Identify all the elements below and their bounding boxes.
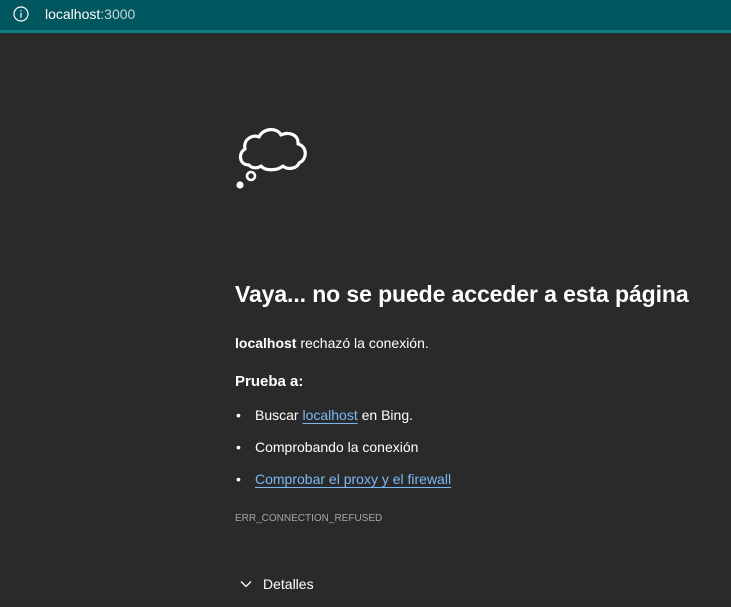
bullet: • [236, 407, 241, 423]
error-headline: Vaya... no se puede acceder a esta págin… [235, 281, 689, 307]
connection-refused-message: localhost rechazó la conexión. [235, 334, 429, 352]
search-prefix: Buscar [255, 407, 303, 423]
refused-text: rechazó la conexión. [296, 335, 429, 351]
refused-host: localhost [235, 335, 297, 351]
bullet: • [236, 439, 241, 455]
search-localhost-link[interactable]: localhost [302, 407, 357, 423]
check-connection-text: Comprobando la conexión [255, 439, 419, 455]
suggestion-check-proxy: • Comprobar el proxy y el firewall [235, 469, 451, 501]
error-code: ERR_CONNECTION_REFUSED [235, 513, 383, 524]
bullet: • [236, 471, 241, 487]
suggestion-check-connection: • Comprobando la conexión [235, 437, 451, 469]
try-label: Prueba a: [235, 373, 304, 390]
thought-cloud-icon [236, 128, 307, 189]
details-label: Detalles [263, 576, 314, 592]
suggestion-search: • Buscar localhost en Bing. [235, 405, 451, 437]
suggestions-list: • Buscar localhost en Bing. • Comproband… [235, 405, 451, 501]
details-toggle[interactable]: Detalles [239, 574, 314, 594]
address-bar[interactable]: localhost:3000 [0, 0, 731, 33]
url-host: localhost [45, 6, 101, 22]
info-icon[interactable] [13, 6, 29, 22]
chevron-down-icon [240, 581, 252, 588]
search-suffix: en Bing. [357, 407, 413, 423]
url-port: :3000 [100, 6, 136, 22]
url-text[interactable]: localhost:3000 [45, 6, 135, 23]
check-proxy-firewall-link[interactable]: Comprobar el proxy y el firewall [255, 471, 451, 487]
